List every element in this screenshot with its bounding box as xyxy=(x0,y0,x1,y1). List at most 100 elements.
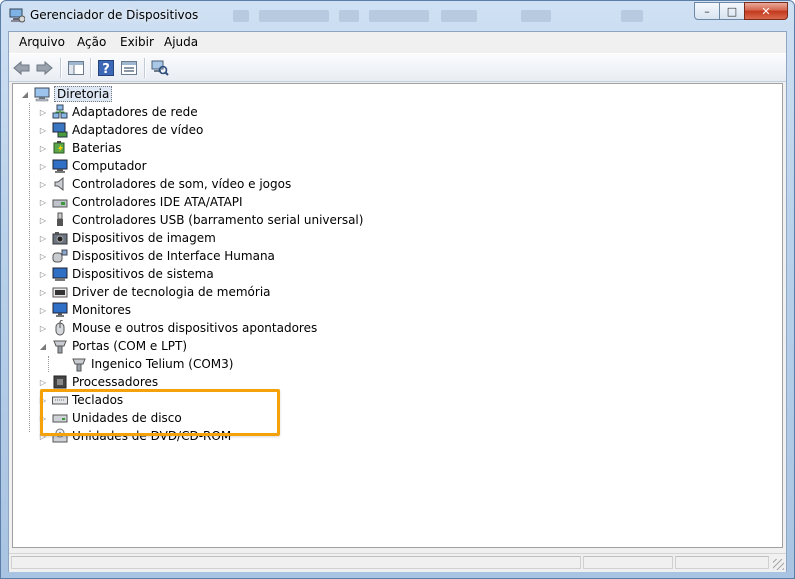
tree-item-label: Monitores xyxy=(72,303,131,317)
show-hide-console-tree-button[interactable] xyxy=(66,58,86,78)
minimize-icon: – xyxy=(704,4,710,18)
device-manager-icon xyxy=(9,8,26,23)
background-blur xyxy=(441,10,477,22)
background-blur xyxy=(233,10,249,22)
tree-item-controladores-usb[interactable]: ▷ Controladores USB (barramento serial u… xyxy=(39,211,363,229)
tree-item-label: Mouse e outros dispositivos apontadores xyxy=(72,321,318,335)
ide-controller-icon xyxy=(52,194,68,210)
minimize-button[interactable]: – xyxy=(694,2,720,20)
hid-icon xyxy=(52,248,68,264)
computer-icon xyxy=(34,86,50,102)
status-pane xyxy=(675,556,769,569)
caption-buttons: – □ ✕ xyxy=(694,2,788,21)
client-area: Arquivo Ação Exibir Ajuda ? ◢ Diretoria … xyxy=(8,31,787,572)
usb-icon xyxy=(52,212,68,228)
expand-arrow-icon[interactable]: ▷ xyxy=(39,234,47,243)
tree-item-label: Baterias xyxy=(72,141,122,155)
tree-item-driver-memoria[interactable]: ▷ Driver de tecnologia de memória xyxy=(39,283,271,301)
tree-item-mouse[interactable]: ▷ Mouse e outros dispositivos apontadore… xyxy=(39,319,317,337)
processor-icon xyxy=(52,374,68,390)
tree-item-label: Controladores de som, vídeo e jogos xyxy=(72,177,292,191)
tree-item-controladores-ide[interactable]: ▷ Controladores IDE ATA/ATAPI xyxy=(39,193,243,211)
tree-item-dispositivos-de-interface-humana[interactable]: ▷ Dispositivos de Interface Humana xyxy=(39,247,275,265)
expand-arrow-icon[interactable]: ▷ xyxy=(39,162,47,171)
expand-arrow-icon[interactable]: ▷ xyxy=(39,216,47,225)
expand-arrow-icon[interactable]: ▷ xyxy=(39,108,47,117)
resize-grip-icon[interactable] xyxy=(773,559,784,570)
expand-arrow-icon[interactable]: ▷ xyxy=(39,198,47,207)
menu-bar: Arquivo Ação Exibir Ajuda xyxy=(9,32,786,52)
menu-exibir[interactable]: Exibir xyxy=(120,35,154,49)
expand-arrow-icon[interactable]: ▷ xyxy=(39,288,47,297)
expand-arrow-icon[interactable]: ▷ xyxy=(39,180,47,189)
tree-item-label: Controladores IDE ATA/ATAPI xyxy=(72,195,243,209)
menu-ajuda[interactable]: Ajuda xyxy=(164,35,198,49)
tree-item-dispositivos-de-sistema[interactable]: ▷ Dispositivos de sistema xyxy=(39,265,214,283)
expand-arrow-icon[interactable]: ▷ xyxy=(39,306,47,315)
forward-icon xyxy=(36,61,53,75)
properties-button[interactable] xyxy=(119,58,139,78)
tree-item-label: Dispositivos de imagem xyxy=(72,231,216,245)
tree-child-label: Ingenico Telium (COM3) xyxy=(91,357,234,371)
device-manager-window: Gerenciador de Dispositivos – □ ✕ Arquiv… xyxy=(0,0,795,579)
svg-text:?: ? xyxy=(102,62,110,76)
status-pane xyxy=(583,556,673,569)
toolbar: ? xyxy=(9,53,786,82)
toolbar-separator xyxy=(60,58,62,78)
camera-icon xyxy=(52,230,68,246)
tree-item-adaptadores-de-rede[interactable]: ▷ Adaptadores de rede xyxy=(39,103,198,121)
expand-arrow-icon[interactable]: ▷ xyxy=(39,378,47,387)
tree-root-diretoria[interactable]: ◢ Diretoria xyxy=(21,85,113,103)
tree-item-adaptadores-de-video[interactable]: ▷ Adaptadores de vídeo xyxy=(39,121,203,139)
expand-arrow-icon[interactable]: ▷ xyxy=(39,126,47,135)
background-blur xyxy=(369,10,429,22)
tree-item-controladores-de-som[interactable]: ▷ Controladores de som, vídeo e jogos xyxy=(39,175,291,193)
tree-item-computador[interactable]: ▷ Computador xyxy=(39,157,147,175)
menu-arquivo[interactable]: Arquivo xyxy=(19,35,65,49)
back-icon xyxy=(13,61,30,75)
port-icon xyxy=(52,338,68,354)
expand-arrow-icon[interactable]: ▷ xyxy=(39,144,47,153)
tree-item-monitores[interactable]: ▷ Monitores xyxy=(39,301,131,319)
window-title: Gerenciador de Dispositivos xyxy=(30,8,199,22)
forward-button[interactable] xyxy=(34,58,54,78)
title-bar[interactable]: Gerenciador de Dispositivos – □ ✕ xyxy=(1,1,794,31)
tree-item-label: Portas (COM e LPT) xyxy=(72,339,188,353)
back-button[interactable] xyxy=(12,58,32,78)
scan-hardware-icon xyxy=(151,60,169,76)
expand-arrow-icon[interactable]: ▷ xyxy=(39,270,47,279)
tree-item-portas-com-lpt[interactable]: ◢ Portas (COM e LPT) xyxy=(39,337,187,355)
mouse-icon xyxy=(52,320,68,336)
collapse-arrow-icon[interactable]: ◢ xyxy=(21,90,29,99)
tree-item-label: Dispositivos de sistema xyxy=(72,267,214,281)
device-tree[interactable]: ◢ Diretoria ▷ Adaptadores de rede ▷ Adap… xyxy=(12,83,783,548)
status-bar xyxy=(9,553,786,572)
close-icon: ✕ xyxy=(761,4,771,18)
collapse-arrow-icon[interactable]: ◢ xyxy=(39,342,47,351)
properties-icon xyxy=(121,61,137,75)
maximize-button[interactable]: □ xyxy=(719,2,745,20)
network-adapter-icon xyxy=(52,104,68,120)
scan-hardware-button[interactable] xyxy=(150,58,170,78)
tree-item-label: Adaptadores de rede xyxy=(72,105,198,119)
close-button[interactable]: ✕ xyxy=(744,2,788,20)
computer-icon xyxy=(52,158,68,174)
tree-item-label: Adaptadores de vídeo xyxy=(72,123,204,137)
expand-arrow-icon[interactable]: ▷ xyxy=(39,252,47,261)
background-blur xyxy=(339,10,359,22)
status-pane xyxy=(11,556,581,569)
help-icon: ? xyxy=(98,60,114,76)
tree-connector xyxy=(48,356,49,372)
menu-acao[interactable]: Ação xyxy=(77,35,106,49)
background-blur xyxy=(259,10,329,22)
tree-item-dispositivos-de-imagem[interactable]: ▷ Dispositivos de imagem xyxy=(39,229,216,247)
memory-icon xyxy=(52,284,68,300)
tree-item-label: Processadores xyxy=(72,375,159,389)
speaker-icon xyxy=(52,176,68,192)
background-blur xyxy=(521,10,551,22)
expand-arrow-icon[interactable]: ▷ xyxy=(39,324,47,333)
tree-child-ingenico-telium[interactable]: Ingenico Telium (COM3) xyxy=(58,355,233,373)
help-button[interactable]: ? xyxy=(96,58,116,78)
tree-item-baterias[interactable]: ▷ Baterias xyxy=(39,139,122,157)
tree-connector xyxy=(29,103,30,432)
